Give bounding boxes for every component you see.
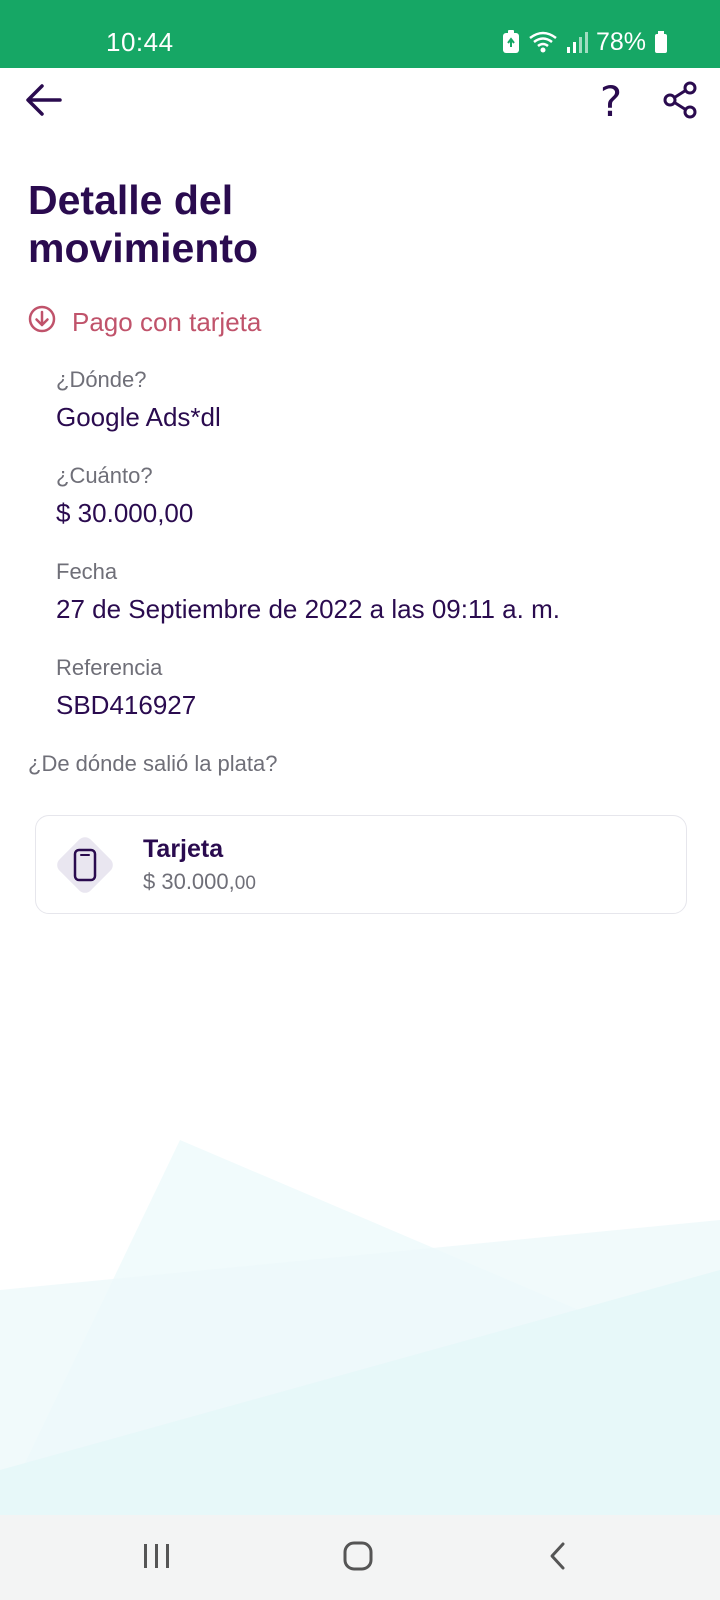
field-where: ¿Dónde? Google Ads*dl xyxy=(56,366,696,434)
transaction-type-label: Pago con tarjeta xyxy=(72,306,262,337)
card-icon xyxy=(50,830,120,900)
background-decoration xyxy=(0,1140,720,1515)
field-date: Fecha 27 de Septiembre de 2022 a las 09:… xyxy=(56,558,696,626)
field-label: Fecha xyxy=(56,559,118,584)
status-time: 10:44 xyxy=(106,27,174,57)
battery-percent: 78% xyxy=(595,28,646,56)
back-icon xyxy=(546,1540,570,1577)
field-value: Google Ads*dl xyxy=(56,402,221,432)
share-icon xyxy=(662,81,698,124)
field-label: ¿Cuánto? xyxy=(56,463,153,488)
transaction-type: Pago con tarjeta xyxy=(28,305,261,338)
field-amount: ¿Cuánto? $ 30.000,00 xyxy=(56,462,696,530)
home-button[interactable] xyxy=(328,1533,388,1583)
signal-icon xyxy=(566,30,588,54)
recent-apps-button[interactable] xyxy=(127,1533,187,1583)
nav-back-button[interactable] xyxy=(528,1533,588,1583)
back-button[interactable] xyxy=(18,76,70,128)
field-value: $ 30.000,00 xyxy=(56,498,194,528)
help-button[interactable]: ? xyxy=(585,76,637,128)
top-app-bar: ? xyxy=(0,68,720,148)
field-label: ¿Dónde? xyxy=(56,367,147,392)
field-value: SBD416927 xyxy=(56,690,197,720)
battery-icon xyxy=(654,30,668,54)
recent-apps-icon xyxy=(141,1541,173,1576)
help-icon: ? xyxy=(599,77,623,126)
wifi-icon xyxy=(528,30,558,54)
source-amount: $ 30.000,00 xyxy=(143,868,256,898)
field-reference: Referencia SBD416927 xyxy=(56,654,696,722)
system-nav-bar xyxy=(0,1515,720,1600)
arrow-down-circle-icon xyxy=(28,305,56,338)
battery-saver-icon xyxy=(502,30,520,54)
source-name: Tarjeta xyxy=(143,835,224,863)
field-value: 27 de Septiembre de 2022 a las 09:11 a. … xyxy=(56,594,560,624)
status-icons: 78% xyxy=(502,26,668,58)
source-card[interactable]: Tarjeta $ 30.000,00 xyxy=(35,815,687,914)
status-bar: 10:44 78% xyxy=(0,0,720,68)
share-button[interactable] xyxy=(654,76,706,128)
field-label: Referencia xyxy=(56,655,163,680)
arrow-left-icon xyxy=(24,82,64,123)
source-question: ¿De dónde salió la plata? xyxy=(28,751,278,776)
home-icon xyxy=(341,1539,375,1578)
source-amount-main: $ 30.000, xyxy=(143,869,235,894)
source-amount-cents: 00 xyxy=(234,873,256,894)
page-title: Detalle del movimiento xyxy=(28,177,259,271)
